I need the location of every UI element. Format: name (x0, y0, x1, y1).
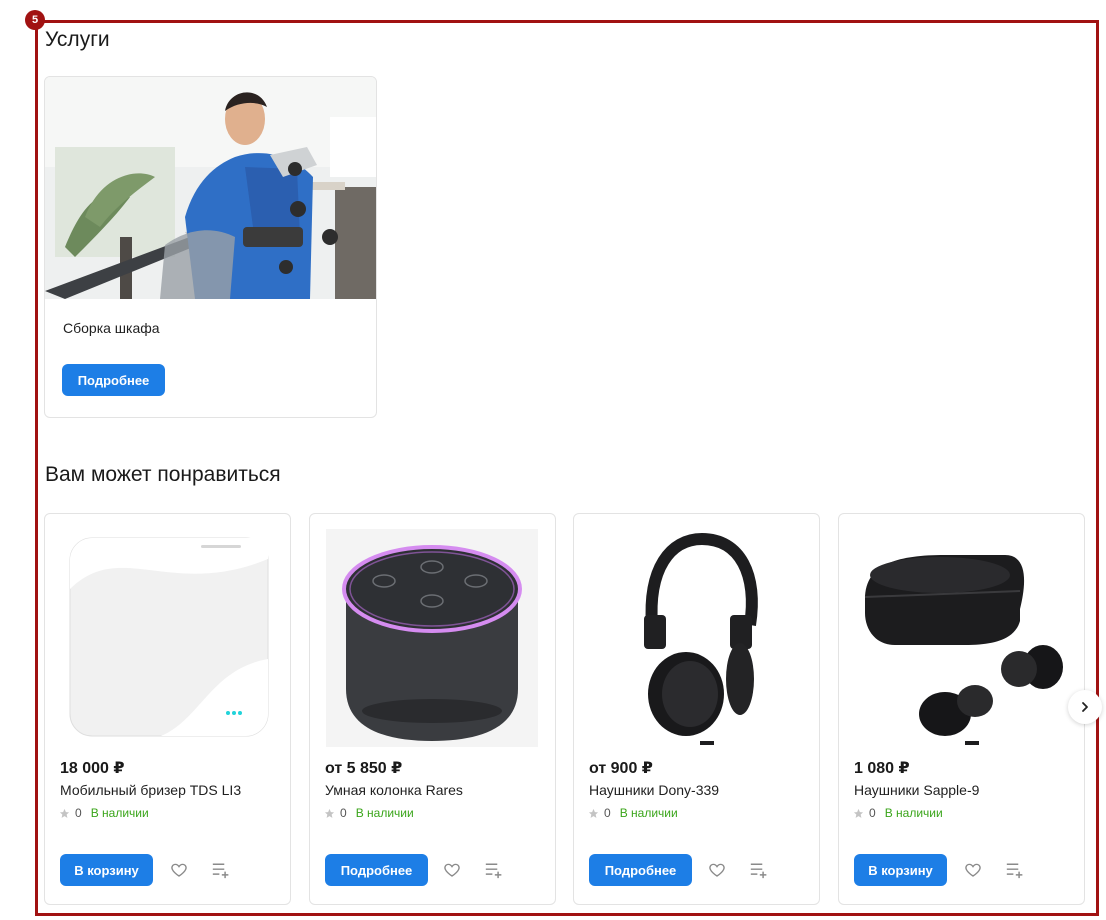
product-name[interactable]: Наушники Dony-339 (589, 782, 719, 798)
heart-icon[interactable] (964, 861, 982, 879)
product-card[interactable]: от 900 ₽ Наушники Dony-339 0 В наличии П… (573, 513, 820, 905)
product-image-breezer (69, 537, 269, 737)
chevron-right-icon (1082, 702, 1088, 712)
heart-icon[interactable] (443, 861, 461, 879)
product-image-earbuds (855, 529, 1067, 747)
stock-status: В наличии (884, 806, 943, 820)
rating-count: 0 (604, 806, 611, 820)
product-price: 1 080 ₽ (854, 760, 910, 777)
product-card[interactable]: 18 000 ₽ Мобильный бризер TDS LI3 0 В на… (44, 513, 291, 905)
services-title: Услуги (45, 28, 110, 51)
product-name[interactable]: Мобильный бризер TDS LI3 (60, 782, 241, 798)
details-button[interactable]: Подробнее (589, 854, 692, 886)
stock-status: В наличии (355, 806, 414, 820)
details-button[interactable]: Подробнее (325, 854, 428, 886)
star-icon (853, 808, 864, 818)
product-price: 18 000 ₽ (60, 760, 125, 777)
compare-list-icon[interactable] (749, 861, 769, 879)
rating-count: 0 (869, 806, 876, 820)
service-name: Сборка шкафа (63, 320, 160, 336)
frame-badge: 5 (25, 10, 45, 30)
star-icon (59, 808, 70, 818)
product-image-speaker (326, 529, 538, 747)
add-to-cart-button[interactable]: В корзину (854, 854, 947, 886)
rating-count: 0 (75, 806, 82, 820)
add-to-cart-button[interactable]: В корзину (60, 854, 153, 886)
heart-icon[interactable] (170, 861, 188, 879)
compare-list-icon[interactable] (1005, 861, 1025, 879)
heart-icon[interactable] (708, 861, 726, 879)
rating-count: 0 (340, 806, 347, 820)
rating-row: 0 В наличии (853, 806, 943, 820)
star-icon (588, 808, 599, 818)
product-name[interactable]: Умная колонка Rares (325, 782, 463, 798)
product-price: от 900 ₽ (589, 760, 653, 777)
service-image (45, 77, 376, 299)
product-price: от 5 850 ₽ (325, 760, 403, 777)
stock-status: В наличии (619, 806, 678, 820)
stock-status: В наличии (90, 806, 149, 820)
carousel-next-button[interactable] (1068, 690, 1102, 724)
rating-row: 0 В наличии (324, 806, 414, 820)
compare-list-icon[interactable] (484, 861, 504, 879)
star-icon (324, 808, 335, 818)
recommendations-title: Вам может понравиться (45, 463, 281, 486)
service-card[interactable]: Сборка шкафа Подробнее (44, 76, 377, 418)
service-details-button[interactable]: Подробнее (62, 364, 165, 396)
rating-row: 0 В наличии (588, 806, 678, 820)
product-name[interactable]: Наушники Sapple-9 (854, 782, 979, 798)
compare-list-icon[interactable] (211, 861, 231, 879)
rating-row: 0 В наличии (59, 806, 149, 820)
product-card[interactable]: 1 080 ₽ Наушники Sapple-9 0 В наличии В … (838, 513, 1085, 905)
product-image-headphones (590, 529, 802, 747)
product-card[interactable]: от 5 850 ₽ Умная колонка Rares 0 В налич… (309, 513, 556, 905)
